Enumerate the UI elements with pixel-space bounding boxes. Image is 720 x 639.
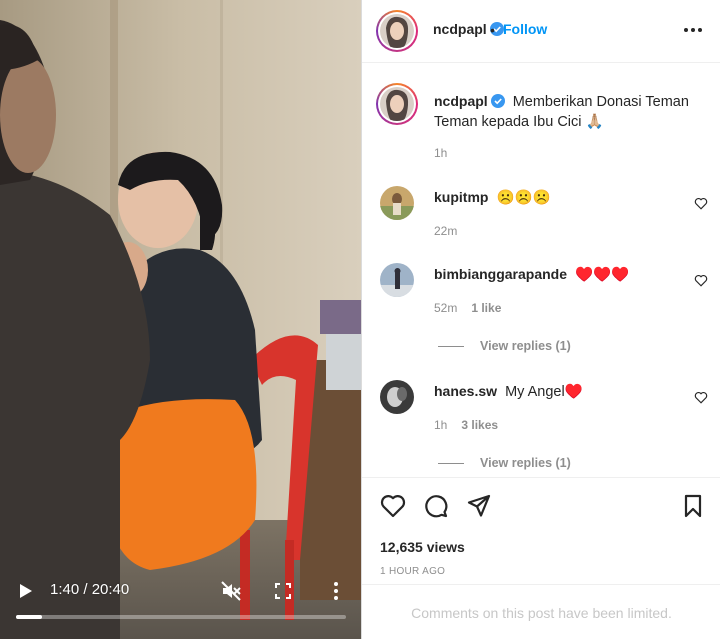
follow-button[interactable]: Follow	[503, 21, 547, 37]
replies-divider	[438, 463, 464, 465]
comment-time-value: 1h	[434, 418, 448, 432]
video-progress-fill	[16, 615, 43, 619]
more-vertical-icon[interactable]	[326, 580, 346, 602]
comment-avatar[interactable]	[380, 263, 414, 297]
comment-avatar[interactable]	[380, 186, 414, 220]
share-paper-plane-icon[interactable]	[466, 493, 492, 519]
view-replies-label: View replies (1)	[480, 456, 571, 470]
comment-likes[interactable]: 3 likes	[461, 418, 498, 432]
comments-limited-notice: Comments on this post have been limited.	[362, 584, 720, 639]
post-time[interactable]: 1 HOUR AGO	[380, 566, 445, 577]
like-comment-heart-icon[interactable]	[694, 391, 708, 404]
verified-badge-icon	[490, 94, 505, 108]
avatar	[380, 14, 414, 48]
avatar-ring[interactable]	[376, 10, 418, 52]
post-actions: 12,635 views 1 HOUR AGO Comments on this…	[362, 477, 720, 639]
comment-meta: 1h 3 likes	[434, 418, 498, 432]
post-header: ncdpapl • Follow	[362, 0, 720, 63]
comments-section: ncdpapl Memberikan Donasi Teman Teman ke…	[362, 63, 720, 477]
video-time: 1:40 / 20:40	[50, 581, 130, 598]
view-replies-button[interactable]: View replies (1)	[438, 456, 571, 470]
header-username[interactable]: ncdpapl	[433, 21, 487, 37]
caption: ncdpapl Memberikan Donasi Teman Teman ke…	[362, 83, 720, 163]
comment-username[interactable]: kupitmp	[434, 189, 488, 205]
post-panel: ncdpapl • Follow ncdpapl Memberikan Dona…	[361, 0, 720, 639]
comment-avatar[interactable]	[380, 380, 414, 414]
comment-text: ☹️☹️☹️	[496, 190, 551, 206]
header-separator: •	[490, 22, 495, 38]
comment-body: kupitmp ☹️☹️☹️	[434, 189, 551, 206]
comment-username[interactable]: hanes.sw	[434, 383, 497, 399]
replies-divider	[438, 346, 464, 348]
comment-body: bimbianggarapande ♥️♥️♥️	[434, 266, 629, 283]
video-progress-bar[interactable]	[16, 615, 346, 619]
like-comment-heart-icon[interactable]	[694, 197, 708, 210]
video-player[interactable]: 1:40 / 20:40	[0, 0, 361, 639]
comment-row: bimbianggarapande ♥️♥️♥️ 52m 1 like View …	[362, 260, 720, 360]
comment-row: kupitmp ☹️☹️☹️ 22m	[362, 183, 720, 243]
view-replies-label: View replies (1)	[480, 339, 571, 353]
caption-username[interactable]: ncdpapl	[434, 93, 488, 109]
comment-row: hanes.sw My Angel♥️ 1h 3 likes View repli…	[362, 377, 720, 477]
comment-text: My Angel♥️	[505, 384, 583, 400]
caption-body: ncdpapl Memberikan Donasi Teman Teman ke…	[434, 91, 709, 132]
play-icon[interactable]	[16, 582, 34, 600]
comment-time: 22m	[434, 224, 457, 238]
video-frame	[0, 0, 361, 639]
views-count[interactable]: 12,635 views	[380, 539, 465, 555]
comment-likes[interactable]: 1 like	[471, 301, 501, 315]
comment-bubble-icon[interactable]	[423, 493, 449, 519]
like-heart-icon[interactable]	[380, 493, 406, 519]
caption-avatar-ring[interactable]	[376, 83, 418, 125]
comment-time-value: 52m	[434, 301, 458, 315]
comment-time-value: 22m	[434, 224, 458, 238]
caption-time: 1h	[434, 146, 448, 160]
mute-icon[interactable]	[220, 580, 242, 602]
fullscreen-icon[interactable]	[274, 582, 292, 600]
comment-username[interactable]: bimbianggarapande	[434, 266, 567, 282]
more-options-icon[interactable]	[683, 23, 703, 37]
comment-text: ♥️♥️♥️	[575, 267, 630, 283]
comment-body: hanes.sw My Angel♥️	[434, 383, 583, 400]
like-comment-heart-icon[interactable]	[694, 274, 708, 287]
caption-avatar	[380, 87, 414, 121]
save-bookmark-icon[interactable]	[680, 493, 706, 519]
view-replies-button[interactable]: View replies (1)	[438, 339, 571, 353]
comment-meta: 52m 1 like	[434, 301, 501, 315]
